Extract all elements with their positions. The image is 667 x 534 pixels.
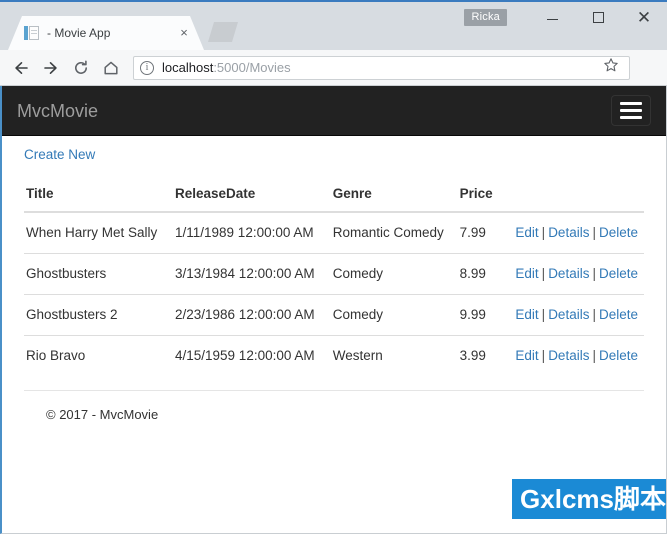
reload-icon bbox=[72, 59, 90, 77]
page-viewport: MvcMovie Create New Title ReleaseDate Ge… bbox=[0, 86, 667, 534]
tab-title: - Movie App bbox=[47, 26, 111, 40]
details-link[interactable]: Details bbox=[548, 225, 589, 240]
cell-genre: Comedy bbox=[330, 294, 458, 336]
browser-titlebar: Ricka ✕ - Movie App × bbox=[0, 0, 667, 50]
create-new-link[interactable]: Create New bbox=[24, 147, 95, 162]
action-separator: | bbox=[541, 266, 546, 281]
cell-actions: Edit | Details | Delete bbox=[513, 253, 644, 295]
delete-link[interactable]: Delete bbox=[599, 225, 638, 240]
column-header-actions bbox=[513, 178, 644, 213]
cell-price: 9.99 bbox=[457, 294, 514, 336]
browser-tab[interactable]: - Movie App × bbox=[8, 16, 204, 50]
hamburger-icon-bar bbox=[620, 102, 642, 105]
action-separator: | bbox=[541, 225, 546, 240]
url-text: localhost:5000/Movies bbox=[162, 60, 597, 75]
browser-menu-button[interactable] bbox=[638, 55, 660, 81]
new-tab-button[interactable] bbox=[208, 22, 238, 42]
cell-title: Rio Bravo bbox=[24, 335, 173, 376]
copyright-text: © 2017 - MvcMovie bbox=[46, 407, 159, 422]
site-navbar: MvcMovie bbox=[2, 86, 666, 136]
back-arrow-icon bbox=[12, 59, 30, 77]
details-link[interactable]: Details bbox=[548, 348, 589, 363]
browser-window: Ricka ✕ - Movie App × i localhost:5000/M… bbox=[0, 0, 667, 534]
watermark: Gxlcms脚本 bbox=[512, 479, 666, 519]
action-separator: | bbox=[592, 307, 596, 322]
cell-releasedate: 2/23/1986 12:00:00 AM bbox=[173, 294, 331, 336]
column-header-title: Title bbox=[24, 178, 173, 213]
cell-price: 7.99 bbox=[459, 225, 486, 240]
cell-title: Ghostbusters 2 bbox=[24, 294, 173, 336]
table-row: Ghostbusters 3/13/1984 12:00:00 AM Comed… bbox=[24, 253, 644, 295]
hamburger-icon-bar bbox=[620, 116, 642, 119]
site-info-icon[interactable]: i bbox=[140, 60, 154, 75]
url-path: :5000/Movies bbox=[213, 60, 291, 75]
cell-releasedate: 1/11/1989 12:00:00 AM bbox=[175, 225, 314, 240]
bookmark-button[interactable] bbox=[599, 56, 623, 80]
address-bar[interactable]: i localhost:5000/Movies bbox=[133, 55, 630, 80]
edit-link[interactable]: Edit bbox=[515, 307, 538, 322]
back-button[interactable] bbox=[7, 54, 35, 82]
action-separator: | bbox=[541, 307, 546, 322]
forward-button[interactable] bbox=[37, 54, 65, 82]
table-header-row: Title ReleaseDate Genre Price bbox=[24, 178, 644, 213]
column-header-price: Price bbox=[457, 178, 514, 213]
tab-close-icon[interactable]: × bbox=[176, 25, 192, 41]
cell-genre: Comedy bbox=[330, 253, 458, 295]
action-separator: | bbox=[592, 225, 596, 240]
hamburger-icon-bar bbox=[620, 109, 642, 112]
document-favicon bbox=[24, 25, 40, 41]
edit-link[interactable]: Edit bbox=[515, 266, 538, 281]
edit-link[interactable]: Edit bbox=[515, 348, 538, 363]
cell-actions: Edit | Details | Delete bbox=[513, 212, 644, 254]
navbar-toggle-button[interactable] bbox=[611, 95, 651, 126]
cell-genre: Western bbox=[330, 335, 458, 376]
delete-link[interactable]: Delete bbox=[599, 307, 638, 322]
action-separator: | bbox=[592, 266, 596, 281]
details-link[interactable]: Details bbox=[548, 266, 589, 281]
page-footer: © 2017 - MvcMovie bbox=[24, 390, 644, 422]
movies-table: Title ReleaseDate Genre Price When Harry… bbox=[24, 178, 644, 376]
action-separator: | bbox=[541, 348, 546, 363]
movies-table-head: Title ReleaseDate Genre Price bbox=[24, 178, 644, 213]
home-icon bbox=[102, 59, 120, 77]
table-row: When Harry Met Sally 1/11/1989 12:00:00 … bbox=[24, 212, 644, 254]
table-row: Rio Bravo 4/15/1959 12:00:00 AM Western … bbox=[24, 335, 644, 376]
table-row: Ghostbusters 2 2/23/1986 12:00:00 AM Com… bbox=[24, 294, 644, 336]
column-header-releasedate: ReleaseDate bbox=[173, 178, 331, 213]
movies-table-body: When Harry Met Sally 1/11/1989 12:00:00 … bbox=[24, 212, 644, 376]
browser-toolbar: i localhost:5000/Movies bbox=[0, 50, 667, 86]
column-header-genre: Genre bbox=[330, 178, 458, 213]
tab-strip: - Movie App × bbox=[0, 14, 667, 50]
cell-releasedate: 3/13/1984 12:00:00 AM bbox=[173, 253, 331, 295]
create-new-row: Create New bbox=[24, 136, 644, 178]
details-link[interactable]: Details bbox=[548, 307, 589, 322]
star-icon bbox=[603, 57, 619, 78]
edit-link[interactable]: Edit bbox=[515, 225, 538, 240]
cell-price: 3.99 bbox=[457, 335, 514, 376]
reload-button[interactable] bbox=[67, 54, 95, 82]
cell-title: Ghostbusters bbox=[24, 253, 173, 295]
page-container: Create New Title ReleaseDate Genre Price… bbox=[2, 136, 666, 422]
cell-actions: Edit | Details | Delete bbox=[513, 335, 644, 376]
navbar-brand[interactable]: MvcMovie bbox=[17, 101, 98, 121]
action-separator: | bbox=[592, 348, 596, 363]
cell-releasedate: 4/15/1959 12:00:00 AM bbox=[173, 335, 331, 376]
delete-link[interactable]: Delete bbox=[599, 348, 638, 363]
cell-genre: Romantic Comedy bbox=[332, 225, 444, 240]
forward-arrow-icon bbox=[42, 59, 60, 77]
cell-price: 8.99 bbox=[457, 253, 514, 295]
url-host: localhost bbox=[162, 60, 214, 75]
home-button[interactable] bbox=[97, 54, 125, 82]
cell-actions: Edit | Details | Delete bbox=[513, 294, 644, 336]
delete-link[interactable]: Delete bbox=[599, 266, 638, 281]
cell-title: When Harry Met Sally bbox=[26, 225, 158, 240]
